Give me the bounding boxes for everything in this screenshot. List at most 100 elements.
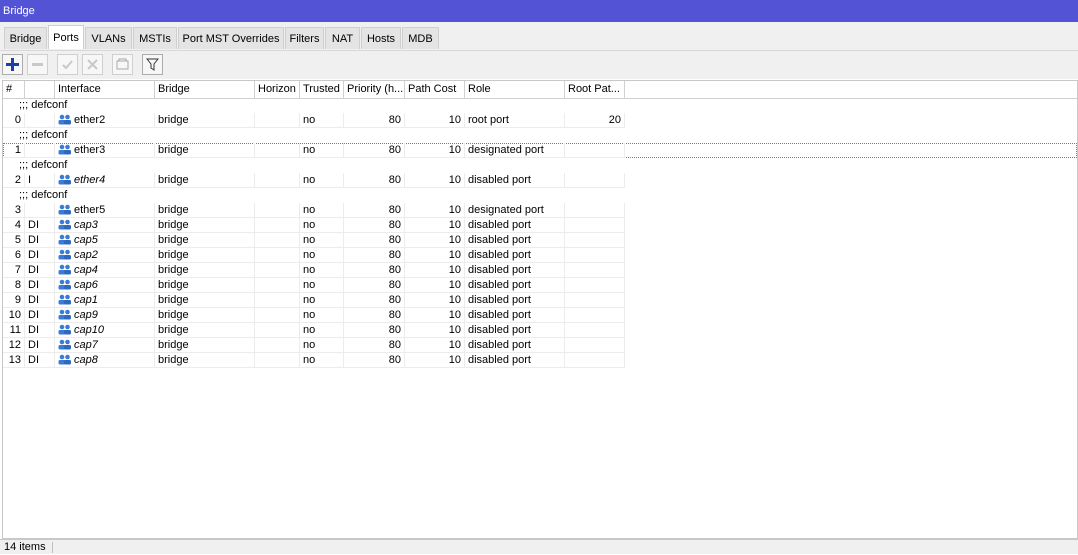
cell-root-path [565, 338, 625, 353]
cell-trusted: no [300, 293, 344, 308]
cell-priority: 80 [344, 143, 405, 158]
ports-table: # Interface Bridge Horizon Trusted Prior… [2, 80, 1078, 539]
bridge-port-icon [58, 174, 71, 185]
cell-priority: 80 [344, 293, 405, 308]
col-header-path-cost[interactable]: Path Cost [405, 81, 465, 98]
bridge-port-icon [58, 339, 71, 350]
table-row[interactable]: 0 ether2 bridge no 80 10 root port 20 [3, 113, 1077, 128]
bridge-port-icon [58, 324, 71, 335]
cell-bridge: bridge [155, 143, 255, 158]
cell-bridge: bridge [155, 203, 255, 218]
tab-bar: Bridge Ports VLANs MSTIs Port MST Overri… [0, 22, 1078, 51]
table-row[interactable]: 5 DI cap5 bridge no 80 10 disabled port [3, 233, 1077, 248]
cell-flags: DI [25, 323, 55, 338]
filter-button[interactable] [142, 54, 163, 75]
table-row[interactable]: 13 DI cap8 bridge no 80 10 disabled port [3, 353, 1077, 368]
cell-horizon [255, 338, 300, 353]
cell-num: 3 [3, 203, 25, 218]
tab-mdb[interactable]: MDB [402, 27, 439, 49]
comment-row[interactable]: ;;; defconf [3, 158, 1077, 173]
tab-mstis[interactable]: MSTIs [133, 27, 177, 49]
cell-role: disabled port [465, 323, 565, 338]
bridge-port-icon [58, 144, 71, 155]
cell-bridge: bridge [155, 233, 255, 248]
cell-bridge: bridge [155, 338, 255, 353]
col-header-num[interactable]: # [3, 81, 25, 98]
enable-button[interactable] [57, 54, 78, 75]
tab-ports[interactable]: Ports [48, 25, 84, 49]
status-bar: 14 items [0, 539, 1078, 554]
cell-horizon [255, 308, 300, 323]
cell-flags: DI [25, 338, 55, 353]
cell-priority: 80 [344, 353, 405, 368]
cell-root-path [565, 143, 625, 158]
table-row[interactable]: 9 DI cap1 bridge no 80 10 disabled port [3, 293, 1077, 308]
tab-port-mst-overrides[interactable]: Port MST Overrides [178, 27, 284, 49]
cell-interface: cap9 [55, 308, 155, 323]
cell-priority: 80 [344, 248, 405, 263]
cell-root-path [565, 233, 625, 248]
table-row[interactable]: 7 DI cap4 bridge no 80 10 disabled port [3, 263, 1077, 278]
table-row[interactable]: 8 DI cap6 bridge no 80 10 disabled port [3, 278, 1077, 293]
col-header-role[interactable]: Role [465, 81, 565, 98]
cell-root-path [565, 218, 625, 233]
cell-flags: DI [25, 248, 55, 263]
cell-num: 2 [3, 173, 25, 188]
tab-hosts[interactable]: Hosts [361, 27, 401, 49]
table-row[interactable]: 2 Iether4 bridge no 80 10 disabled port [3, 173, 1077, 188]
table-row[interactable]: 11 DI cap10 bridge no 80 10 disabled port [3, 323, 1077, 338]
cell-trusted: no [300, 173, 344, 188]
col-header-bridge[interactable]: Bridge [155, 81, 255, 98]
table-row[interactable]: 1 ether3 bridge no 80 10 designated port [3, 143, 1077, 158]
comment-row[interactable]: ;;; defconf [3, 128, 1077, 143]
bridge-port-icon [58, 219, 71, 230]
cell-root-path [565, 308, 625, 323]
cell-interface: ether3 [55, 143, 155, 158]
tab-vlans[interactable]: VLANs [85, 27, 132, 49]
cell-priority: 80 [344, 233, 405, 248]
cell-path-cost: 10 [405, 143, 465, 158]
cell-bridge: bridge [155, 263, 255, 278]
col-header-priority[interactable]: Priority (h... [344, 81, 405, 98]
cell-role: disabled port [465, 338, 565, 353]
cell-role: disabled port [465, 278, 565, 293]
col-header-interface[interactable]: Interface [55, 81, 155, 98]
cell-role: disabled port [465, 218, 565, 233]
cell-priority: 80 [344, 323, 405, 338]
cell-interface: cap5 [55, 233, 155, 248]
cell-role: disabled port [465, 173, 565, 188]
cell-num: 4 [3, 218, 25, 233]
disable-button[interactable] [82, 54, 103, 75]
table-row[interactable]: 12 DI cap7 bridge no 80 10 disabled port [3, 338, 1077, 353]
bridge-port-icon [58, 204, 71, 215]
table-row[interactable]: 4 DI cap3 bridge no 80 10 disabled port [3, 218, 1077, 233]
comment-row[interactable]: ;;; defconf [3, 188, 1077, 203]
comment-button[interactable] [112, 54, 133, 75]
col-header-flags[interactable] [25, 81, 55, 98]
remove-button[interactable] [27, 54, 48, 75]
table-row[interactable]: 10 DI cap9 bridge no 80 10 disabled port [3, 308, 1077, 323]
cell-interface: cap1 [55, 293, 155, 308]
col-header-root-path[interactable]: Root Pat... [565, 81, 625, 98]
tab-nat[interactable]: NAT [325, 27, 360, 49]
col-header-horizon[interactable]: Horizon [255, 81, 300, 98]
table-row[interactable]: 6 DI cap2 bridge no 80 10 disabled port [3, 248, 1077, 263]
cell-trusted: no [300, 218, 344, 233]
cell-horizon [255, 353, 300, 368]
cell-interface: cap4 [55, 263, 155, 278]
cell-path-cost: 10 [405, 293, 465, 308]
add-button[interactable] [2, 54, 23, 75]
cell-interface: cap3 [55, 218, 155, 233]
col-header-trusted[interactable]: Trusted [300, 81, 344, 98]
interface-name: ether2 [74, 114, 106, 126]
cell-trusted: no [300, 203, 344, 218]
comment-row[interactable]: ;;; defconf [3, 98, 1077, 113]
cell-path-cost: 10 [405, 173, 465, 188]
table-row[interactable]: 3 ether5 bridge no 80 10 designated port [3, 203, 1077, 218]
cell-num: 9 [3, 293, 25, 308]
bridge-port-icon [58, 354, 71, 365]
cell-horizon [255, 278, 300, 293]
cell-path-cost: 10 [405, 248, 465, 263]
tab-filters[interactable]: Filters [285, 27, 324, 49]
tab-bridge[interactable]: Bridge [4, 27, 47, 49]
